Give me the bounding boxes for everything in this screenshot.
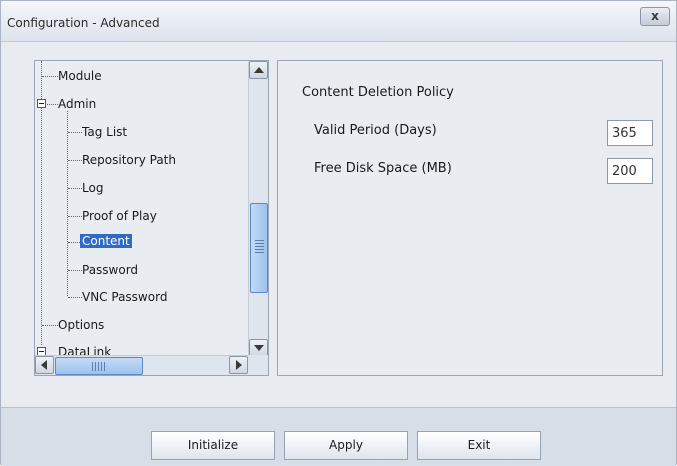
tree-vertical-scrollbar[interactable] xyxy=(248,61,268,357)
horizontal-scroll-thumb[interactable] xyxy=(55,357,143,375)
tree-item-password[interactable]: Password xyxy=(82,263,138,277)
window-title: Configuration - Advanced xyxy=(7,16,160,30)
tree-item-admin[interactable]: Admin xyxy=(58,97,96,111)
arrow-right-icon xyxy=(236,360,242,370)
config-window: Configuration - Advanced x Module Admin … xyxy=(0,0,677,466)
tree-item-repository-path[interactable]: Repository Path xyxy=(82,153,176,167)
initialize-button[interactable]: Initialize xyxy=(151,431,275,460)
grip-line xyxy=(104,362,105,371)
section-title: Content Deletion Policy xyxy=(302,85,454,100)
close-button[interactable]: x xyxy=(640,7,670,26)
close-icon: x xyxy=(651,9,659,23)
tree-connector xyxy=(47,104,58,105)
tree-connector xyxy=(68,132,82,133)
grip-line xyxy=(255,252,264,253)
grip-line xyxy=(92,362,93,371)
tree-connector xyxy=(42,76,58,77)
tree-item-log[interactable]: Log xyxy=(82,181,103,195)
tree-connector xyxy=(67,111,68,296)
tree-connector xyxy=(68,216,82,217)
tree-horizontal-scrollbar[interactable] xyxy=(35,355,249,375)
tree-item-proof-of-play[interactable]: Proof of Play xyxy=(82,209,157,223)
grip-line xyxy=(101,362,102,371)
grip-line xyxy=(95,362,96,371)
arrow-left-icon xyxy=(41,360,47,370)
apply-button[interactable]: Apply xyxy=(284,431,408,460)
tree-item-module[interactable]: Module xyxy=(58,69,102,83)
tree-item-tag-list[interactable]: Tag List xyxy=(82,125,127,139)
content-policy-panel: Content Deletion Policy Valid Period (Da… xyxy=(277,60,663,376)
tree-connector xyxy=(68,270,82,271)
arrow-up-icon xyxy=(254,67,264,73)
scroll-up-button[interactable] xyxy=(249,61,268,79)
tree-connector xyxy=(68,160,82,161)
tree-connector xyxy=(68,297,82,298)
valid-period-input[interactable] xyxy=(607,120,653,146)
settings-tree: Module Admin Tag List Repository Path Lo… xyxy=(34,60,269,376)
tree-item-options[interactable]: Options xyxy=(58,318,104,332)
tree-item-content[interactable]: Content xyxy=(80,234,132,248)
scrollbar-corner xyxy=(248,355,268,375)
collapse-icon[interactable] xyxy=(37,99,46,108)
grip-line xyxy=(255,249,264,250)
title-bar: Configuration - Advanced x xyxy=(1,1,676,42)
tree-connector xyxy=(42,325,58,326)
free-disk-input[interactable] xyxy=(607,158,653,184)
grip-line xyxy=(98,362,99,371)
grip-line xyxy=(255,243,264,244)
valid-period-label: Valid Period (Days) xyxy=(314,123,437,138)
exit-button[interactable]: Exit xyxy=(417,431,541,460)
grip-line xyxy=(255,246,264,247)
button-bar: Initialize Apply Exit xyxy=(1,407,676,466)
scroll-left-button[interactable] xyxy=(35,356,54,374)
tree-connector xyxy=(68,188,82,189)
free-disk-label: Free Disk Space (MB) xyxy=(314,161,452,176)
arrow-down-icon xyxy=(254,345,264,351)
grip-line xyxy=(255,240,264,241)
tree-item-vnc-password[interactable]: VNC Password xyxy=(82,290,167,304)
scroll-right-button[interactable] xyxy=(229,356,248,374)
vertical-scroll-thumb[interactable] xyxy=(250,203,268,293)
